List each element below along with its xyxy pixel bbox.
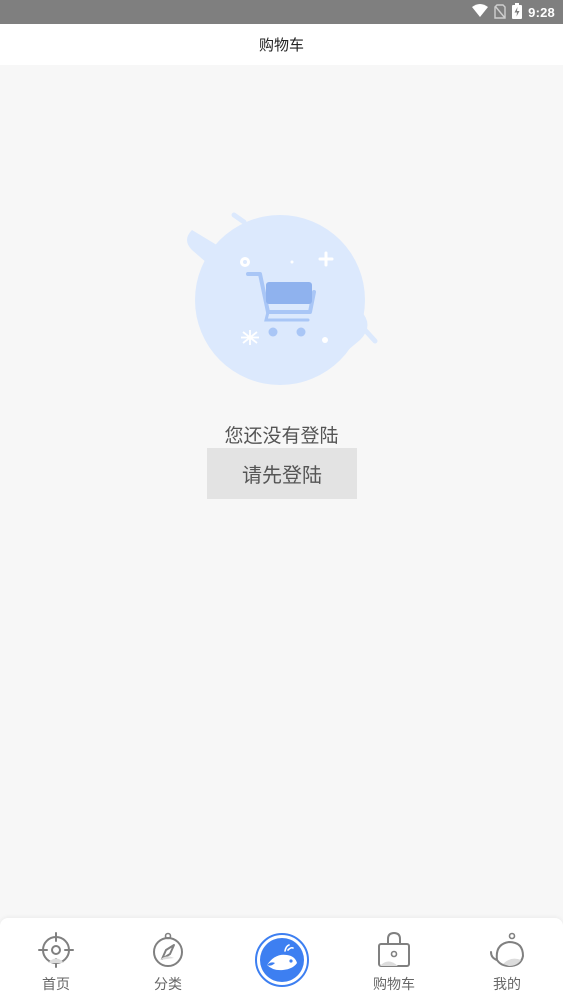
status-time: 9:28 bbox=[528, 5, 555, 20]
status-bar: 9:28 bbox=[0, 0, 563, 24]
compass-icon bbox=[148, 930, 188, 970]
tab-profile[interactable]: 我的 bbox=[451, 918, 563, 1000]
battery-charging-icon bbox=[512, 3, 523, 22]
login-button[interactable]: 请先登陆 bbox=[207, 448, 357, 499]
tab-label-cart: 购物车 bbox=[373, 977, 415, 993]
tab-label-profile: 我的 bbox=[493, 977, 521, 993]
empty-cart-illustration bbox=[180, 210, 380, 390]
wifi-icon bbox=[472, 4, 489, 21]
title-bar: 购物车 bbox=[0, 24, 563, 65]
empty-state-message: 您还没有登陆 bbox=[224, 425, 339, 447]
main-content: 您还没有登陆 请先登陆 bbox=[0, 65, 563, 918]
status-icons: 9:28 bbox=[472, 3, 555, 22]
tab-cart[interactable]: 购物车 bbox=[338, 918, 450, 1000]
home-target-icon bbox=[36, 930, 76, 970]
tab-label-home: 首页 bbox=[42, 977, 70, 993]
tab-home[interactable]: 首页 bbox=[0, 918, 112, 1000]
profile-whale-icon bbox=[487, 930, 527, 970]
tab-category[interactable]: 分类 bbox=[112, 918, 224, 1000]
center-whale-button[interactable] bbox=[253, 931, 311, 989]
shopping-bag-icon bbox=[374, 930, 414, 970]
bottom-tab-bar: 首页 分类 购物车 我的 bbox=[0, 918, 563, 1000]
page-title: 购物车 bbox=[258, 36, 304, 54]
tab-label-category: 分类 bbox=[154, 977, 182, 993]
no-sim-icon bbox=[494, 3, 506, 22]
